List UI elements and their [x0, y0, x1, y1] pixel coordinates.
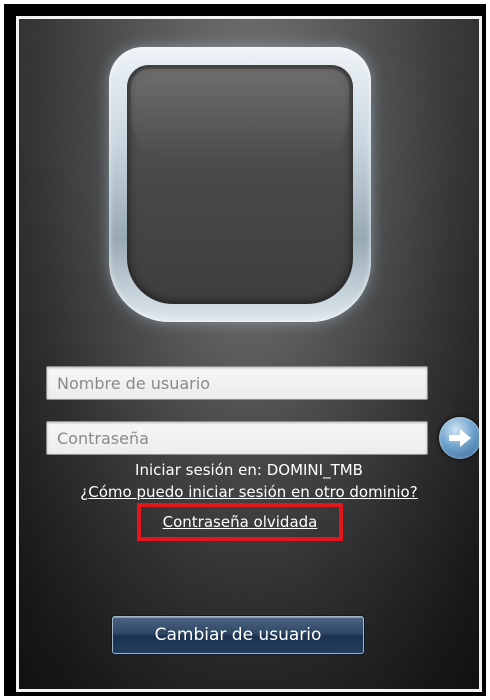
submit-arrow-button[interactable]: [439, 417, 479, 459]
user-picture-gloss: [131, 69, 349, 159]
screenshot-frame: Iniciar sesión en: DOMINI_TMB ¿Cómo pued…: [4, 4, 486, 696]
user-picture-tile: [109, 47, 371, 322]
other-domain-link[interactable]: ¿Cómo puedo iniciar sesión en otro domin…: [19, 483, 479, 501]
password-input[interactable]: [46, 421, 428, 455]
login-screen: Iniciar sesión en: DOMINI_TMB ¿Cómo pued…: [16, 16, 482, 692]
forgot-password-highlight: Contraseña olvidada: [137, 503, 343, 541]
signin-domain-label: Iniciar sesión en: DOMINI_TMB: [135, 461, 363, 479]
forgot-password-link[interactable]: Contraseña olvidada: [163, 513, 318, 531]
switch-user-button[interactable]: Cambiar de usuario: [112, 616, 364, 654]
arrow-right-icon: [449, 429, 471, 447]
username-input[interactable]: [46, 366, 428, 400]
